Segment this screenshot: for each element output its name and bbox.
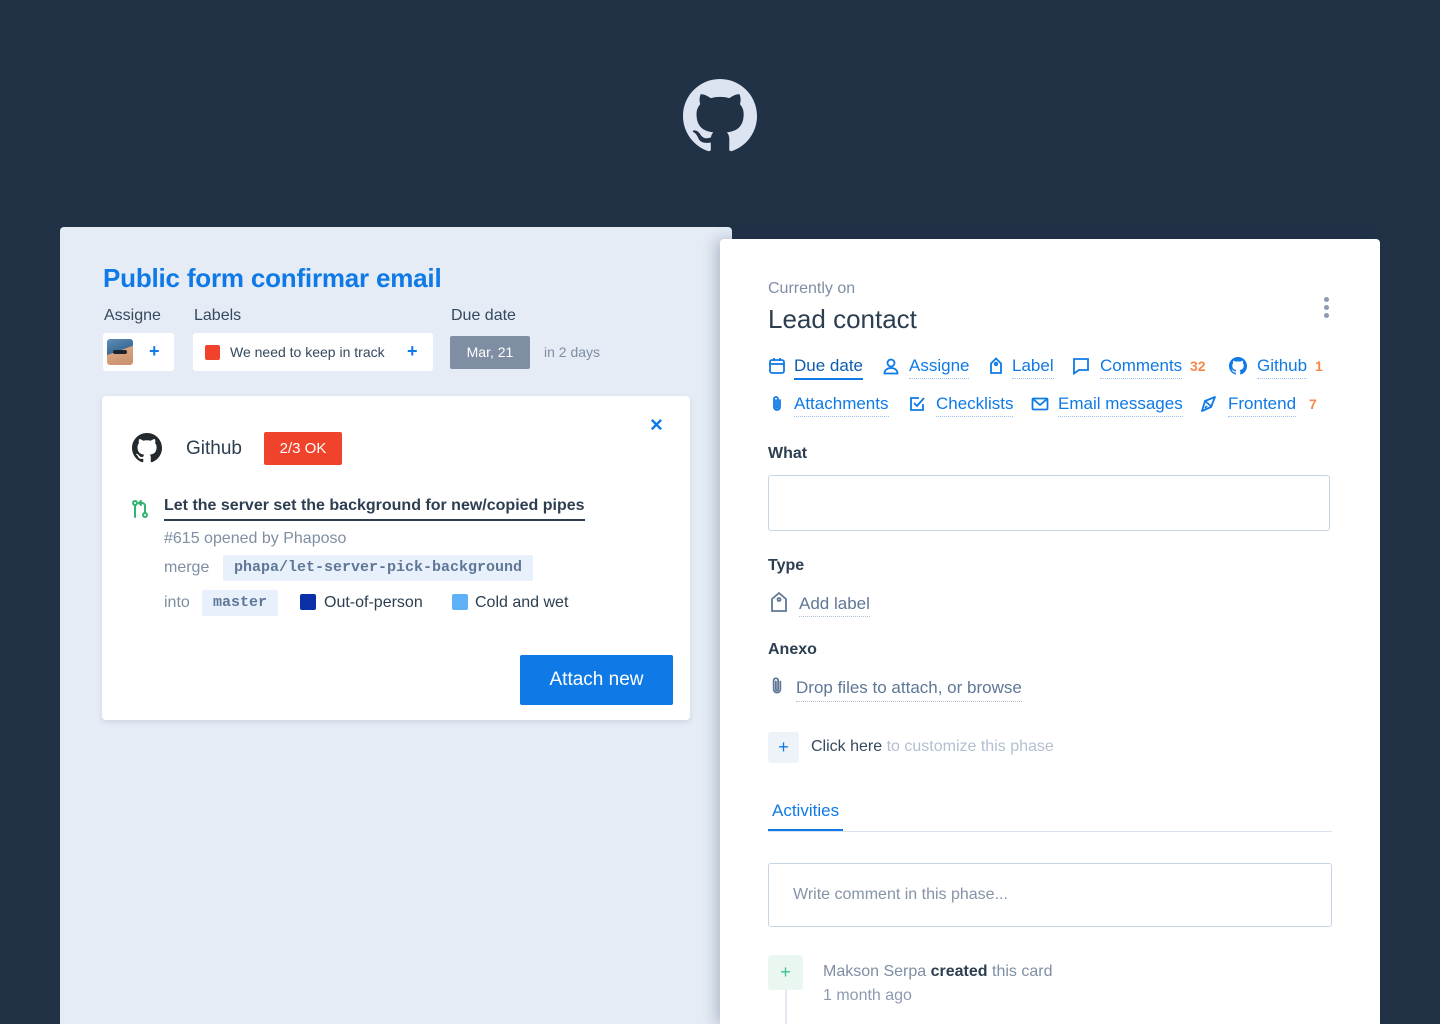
pull-request-meta: #615 opened by Phaposo xyxy=(164,530,347,547)
pull-request-link[interactable]: Let the server set the background for ne… xyxy=(164,497,585,521)
action-label: Checklists xyxy=(936,394,1014,417)
label-text: We need to keep in track xyxy=(230,344,385,360)
action-assignee[interactable]: Assigne xyxy=(882,356,977,380)
tag-color-swatch xyxy=(452,594,468,610)
activity-user: Makson Serpa xyxy=(823,963,927,980)
tag-label: Cold and wet xyxy=(475,594,569,611)
activity-created-icon: + xyxy=(768,955,803,990)
paperclip-icon xyxy=(773,396,781,411)
user-icon xyxy=(883,358,899,375)
add-assignee-button[interactable]: + xyxy=(149,342,160,360)
github-icon xyxy=(1229,357,1247,375)
close-icon[interactable]: × xyxy=(650,414,663,436)
calendar-icon xyxy=(769,358,785,374)
target-branch: master xyxy=(202,590,279,616)
action-label[interactable]: Label xyxy=(987,356,1062,380)
tag-color-swatch xyxy=(300,594,316,610)
action-label: Assigne xyxy=(909,356,970,379)
action-label: Due date xyxy=(794,356,863,380)
action-label: Comments xyxy=(1100,356,1183,379)
timeline-line xyxy=(785,990,787,1024)
activity-time: 1 month ago xyxy=(823,987,912,1004)
action-attachments[interactable]: Attachments xyxy=(768,394,894,418)
action-label: Attachments xyxy=(794,394,889,417)
frontend-count: 7 xyxy=(1309,396,1317,412)
tag-icon xyxy=(771,591,787,612)
action-due-date[interactable]: Due date xyxy=(768,356,868,380)
customize-phase-button[interactable]: + xyxy=(768,732,799,763)
customize-phase-text: Click here to customize this phase xyxy=(811,738,1054,756)
add-label-button[interactable]: + xyxy=(407,342,418,360)
phase-title: Lead contact xyxy=(768,304,917,334)
assignee-heading: Assigne xyxy=(104,307,161,324)
github-icon xyxy=(132,433,162,463)
customize-phase-link[interactable]: Click here xyxy=(811,738,882,755)
checklist-icon xyxy=(910,397,925,411)
action-comments[interactable]: Comments 32 xyxy=(1072,356,1217,380)
tab-activities[interactable]: Activities xyxy=(768,801,844,831)
comment-icon xyxy=(1073,358,1089,375)
phase-panel: Currently on Lead contact Due date Assig… xyxy=(720,239,1380,1024)
github-logo-icon xyxy=(683,79,757,152)
due-date-heading: Due date xyxy=(451,307,516,324)
action-frontend[interactable]: Frontend 7 xyxy=(1200,394,1320,418)
labels-heading: Labels xyxy=(194,307,242,324)
github-integration-card: Github 2/3 OK × Let the server set the b… xyxy=(102,396,690,720)
tag-icon xyxy=(990,357,1002,374)
action-label: Frontend xyxy=(1228,394,1297,417)
what-label: What xyxy=(768,445,808,462)
comments-count: 32 xyxy=(1190,358,1206,374)
pull-request-icon xyxy=(132,500,148,518)
status-badge: 2/3 OK xyxy=(264,432,342,465)
what-input[interactable] xyxy=(768,475,1330,531)
github-card-title: Github xyxy=(186,438,242,459)
currently-on-label: Currently on xyxy=(768,280,856,297)
due-date-relative: in 2 days xyxy=(544,344,601,360)
action-github[interactable]: Github 1 xyxy=(1229,356,1329,380)
action-label-text: Label xyxy=(1012,356,1054,379)
paperclip-icon xyxy=(772,677,782,694)
more-options-icon[interactable] xyxy=(1324,297,1330,321)
tabs-divider xyxy=(768,831,1332,832)
card-detail-panel: Public form confirmar email Assigne Labe… xyxy=(60,227,732,1024)
label-field[interactable]: We need to keep in track + xyxy=(193,333,433,371)
card-title[interactable]: Public form confirmar email xyxy=(103,263,442,294)
action-label: Github xyxy=(1257,356,1308,379)
tag-label: Out-of-person xyxy=(324,594,423,611)
activity-object: this card xyxy=(987,963,1053,980)
customize-phase-rest: to customize this phase xyxy=(882,738,1054,755)
source-branch: phapa/let-server-pick-background xyxy=(223,555,534,581)
comment-input[interactable] xyxy=(768,863,1332,927)
due-date-badge[interactable]: Mar, 21 xyxy=(450,336,530,369)
mail-icon xyxy=(1031,397,1049,411)
assignee-field[interactable]: + xyxy=(103,333,174,371)
github-count: 1 xyxy=(1315,358,1323,374)
activity-text: Makson Serpa created this card xyxy=(823,963,1052,981)
rocket-icon xyxy=(1201,396,1216,412)
activity-verb: created xyxy=(930,963,988,980)
drop-files-area[interactable]: Drop files to attach, or browse xyxy=(796,678,1022,702)
add-label-link[interactable]: Add label xyxy=(799,594,870,617)
action-email-messages[interactable]: Email messages xyxy=(1031,394,1186,418)
label-color-swatch xyxy=(205,345,220,360)
attach-new-button[interactable]: Attach new xyxy=(520,655,673,705)
anexo-label: Anexo xyxy=(768,641,817,658)
avatar[interactable] xyxy=(107,339,133,365)
action-label: Email messages xyxy=(1058,394,1183,417)
merge-label: merge xyxy=(164,559,210,576)
action-checklists[interactable]: Checklists xyxy=(908,394,1016,418)
type-label: Type xyxy=(768,557,805,574)
into-label: into xyxy=(164,594,190,611)
